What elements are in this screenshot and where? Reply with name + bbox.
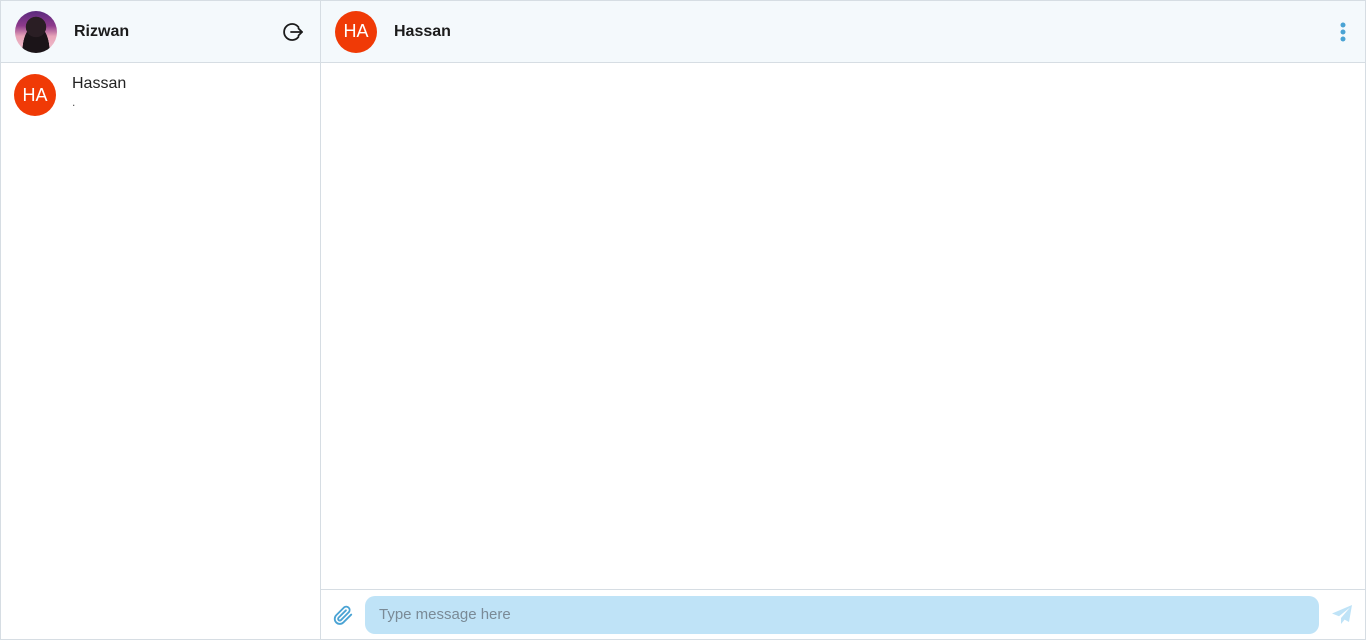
message-composer <box>321 589 1365 639</box>
conversation-pane: HA Hassan <box>321 1 1365 639</box>
current-user-avatar[interactable] <box>15 10 57 53</box>
message-area <box>321 63 1365 589</box>
send-button[interactable] <box>1329 602 1355 628</box>
send-icon <box>1332 604 1352 624</box>
chat-list-item[interactable]: HA Hassan . <box>1 63 320 127</box>
chat-item-name: Hassan <box>72 75 127 92</box>
contact-avatar: HA <box>14 74 56 116</box>
message-input[interactable] <box>365 595 1319 634</box>
attach-button[interactable] <box>331 603 355 627</box>
conversation-avatar[interactable]: HA <box>335 10 377 53</box>
chat-item-preview: . <box>72 95 76 109</box>
chat-list: HA Hassan . <box>1 63 320 639</box>
logout-icon <box>283 22 303 41</box>
kebab-menu-icon <box>1340 22 1346 41</box>
chat-app: Rizwan HA Hassan . HA Hassan <box>0 0 1366 640</box>
paperclip-icon <box>333 605 353 625</box>
logout-button[interactable] <box>280 19 306 45</box>
conversation-menu-button[interactable] <box>1335 19 1351 45</box>
conversation-header: HA Hassan <box>321 1 1365 63</box>
sidebar: Rizwan HA Hassan . <box>1 1 321 639</box>
chat-item-text: Hassan . <box>72 74 126 109</box>
sidebar-header: Rizwan <box>1 1 320 63</box>
conversation-contact-name: Hassan <box>394 22 451 40</box>
current-user-name: Rizwan <box>74 22 130 40</box>
